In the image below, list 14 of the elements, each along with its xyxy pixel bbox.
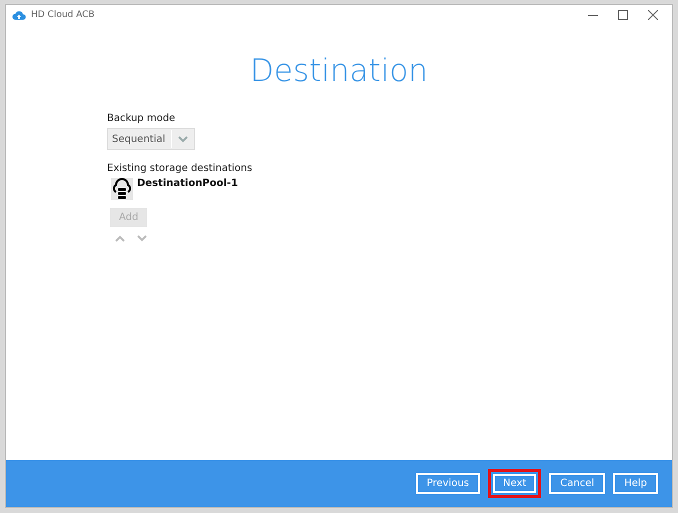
- close-icon[interactable]: [648, 10, 658, 20]
- page-heading: Destination: [249, 53, 429, 89]
- wizard-button[interactable]: Next: [488, 469, 542, 498]
- chevron-down-icon: [178, 136, 188, 142]
- destination-name[interactable]: DestinationPool-1: [137, 178, 238, 189]
- backup-mode-label: Backup mode: [107, 113, 176, 124]
- cloud-storage-icon: [111, 178, 133, 200]
- wizard-button[interactable]: Cancel: [549, 473, 606, 494]
- destinations-label: Existing storage destinations: [107, 163, 252, 174]
- wizard-button[interactable]: Previous: [416, 473, 480, 494]
- maximize-icon[interactable]: [618, 10, 628, 20]
- cloud-upload-icon: [12, 10, 26, 20]
- wizard-button[interactable]: Help: [613, 473, 658, 494]
- window-title: HD Cloud ACB: [31, 10, 95, 20]
